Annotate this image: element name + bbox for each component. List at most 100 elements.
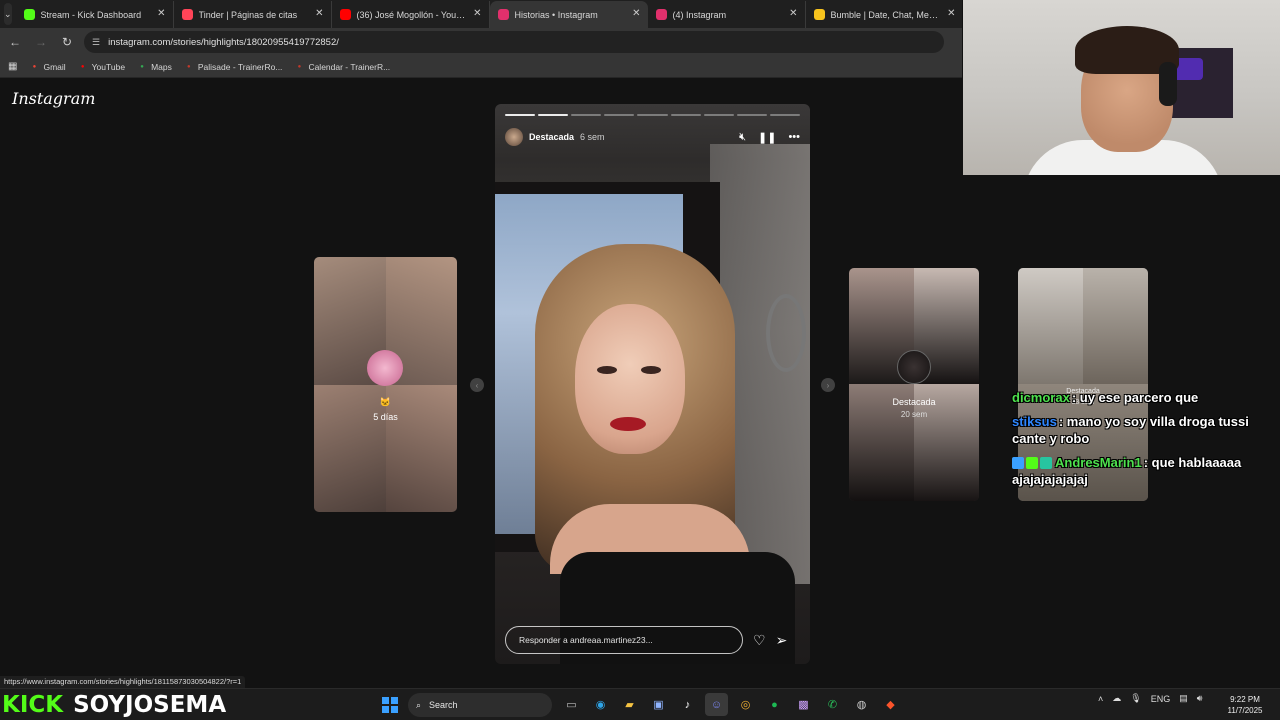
bookmark-item[interactable]: ● YouTube xyxy=(78,62,125,72)
forward-arrow-icon[interactable]: → xyxy=(30,31,52,53)
store-icon[interactable]: ▣ xyxy=(647,693,670,716)
brave-icon[interactable]: ◆ xyxy=(879,693,902,716)
obs-icon[interactable]: ◍ xyxy=(850,693,873,716)
chat-message: AndresMarin1: que hablaaaaa ajajajajajaj… xyxy=(1012,454,1276,488)
chat-message: dicmorax: uy ese parcero que xyxy=(1012,389,1276,406)
bookmarks-bar: ▦ ● Gmail ● YouTube ● Maps ● Palisade - Trainer… xyxy=(0,56,962,78)
tiktok-icon[interactable]: ♪ xyxy=(676,693,699,716)
instagram-icon xyxy=(655,9,667,20)
close-tab-icon[interactable]: ✕ xyxy=(947,9,955,19)
next-story-2-photo-2 xyxy=(1083,268,1148,384)
bookmark-item[interactable]: ● Gmail xyxy=(29,61,66,72)
bookmark-label: Palisade - TrainerRo... xyxy=(197,61,283,72)
close-tab-icon[interactable]: ✕ xyxy=(157,9,165,19)
chrome-icon[interactable]: ◎ xyxy=(734,693,757,716)
prev-story-arrow-icon[interactable]: ‹ xyxy=(470,378,484,392)
taskbar-search[interactable]: ⌕ Search xyxy=(408,693,552,717)
chat-badge-icon xyxy=(1012,457,1024,469)
like-heart-icon[interactable]: ♡ xyxy=(753,632,766,649)
bookmark-label: Gmail xyxy=(43,61,66,72)
story-progress-segment xyxy=(670,114,701,116)
next-story-avatar xyxy=(897,350,931,384)
more-options-icon[interactable]: ••• xyxy=(788,131,800,144)
mute-icon[interactable]: 🔇︎ xyxy=(739,131,746,144)
tab-title: Bumble | Date, Chat, Meet New xyxy=(830,9,941,20)
close-tab-icon[interactable]: ✕ xyxy=(473,9,481,19)
windows-start-icon[interactable] xyxy=(382,697,398,713)
maps-icon: ● xyxy=(140,63,144,70)
brand-kick-text: KICK xyxy=(2,692,64,718)
webcam-headset xyxy=(1159,62,1177,106)
prev-story-preview[interactable]: 🐱 5 días xyxy=(314,257,457,512)
story-progress-bar xyxy=(505,114,800,116)
taskbar-clock[interactable]: 9:22 PM 11/7/2025 xyxy=(1222,694,1268,716)
pause-icon[interactable]: ❚❚ xyxy=(758,131,776,144)
trainer-icon: ● xyxy=(187,63,191,70)
network-icon[interactable]: ▤ xyxy=(1179,693,1188,704)
onedrive-icon[interactable]: ☁ xyxy=(1112,693,1121,704)
gmail-icon: ● xyxy=(32,63,37,70)
instagram-logo[interactable]: Instagram xyxy=(12,89,95,108)
chat-badge-icon xyxy=(1040,457,1052,469)
youtube-icon: ● xyxy=(80,63,85,70)
next-story-2-photo-1 xyxy=(1018,268,1083,384)
apps-grid-icon[interactable]: ▦ xyxy=(8,61,17,72)
stream-brand-overlay: KICK SOYJOSEMA xyxy=(2,692,226,718)
url-text[interactable]: instagram.com/stories/highlights/1802095… xyxy=(108,37,339,48)
whatsapp-icon[interactable]: ✆ xyxy=(821,693,844,716)
chat-badges xyxy=(1012,457,1052,469)
file-explorer-icon[interactable]: ▰ xyxy=(618,693,641,716)
clock-date: 11/7/2025 xyxy=(1227,706,1263,715)
reply-bar: ♡ ➢ xyxy=(505,626,800,654)
task-view-icon[interactable]: ▭ xyxy=(560,693,583,716)
story-progress-segment xyxy=(571,114,602,116)
tab-title: Tinder | Páginas de citas xyxy=(198,9,298,20)
browser-tab[interactable]: Tinder | Páginas de citas ✕ xyxy=(174,1,332,28)
browser-tab[interactable]: (4) Instagram ✕ xyxy=(648,1,806,28)
edge-icon[interactable]: ◉ xyxy=(589,693,612,716)
close-tab-icon[interactable]: ✕ xyxy=(632,9,640,19)
brand-channel-text: SOYJOSEMA xyxy=(73,692,227,718)
browser-tab-strip: ⌄ Stream - Kick Dashboard ✕ Tinder | Págin… xyxy=(0,0,964,28)
reload-icon[interactable]: ↻ xyxy=(56,31,78,53)
chat-text: : uy ese parcero que xyxy=(1071,390,1199,405)
trainer-icon: ● xyxy=(297,63,302,70)
bookmark-item[interactable]: ● Calendar - TrainerR... xyxy=(294,62,391,72)
microphone-icon[interactable]: 🎙︎ xyxy=(1130,693,1141,704)
system-tray: ˄ ☁ 🎙︎ ENG ▤ 🔊︎ xyxy=(1098,693,1202,704)
story-progress-segment xyxy=(637,114,668,116)
bookmark-item[interactable]: ● Maps xyxy=(137,62,172,72)
premiere-icon[interactable]: ▩ xyxy=(792,693,815,716)
spotify-icon[interactable]: ● xyxy=(763,693,786,716)
language-indicator[interactable]: ENG xyxy=(1151,694,1171,704)
story-viewer[interactable]: Destacada 6 sem 🔇︎ ❚❚ ••• ♡ ➢ xyxy=(495,104,810,664)
close-tab-icon[interactable]: ✕ xyxy=(789,9,797,19)
send-icon[interactable]: ➢ xyxy=(776,632,788,649)
site-info-icon[interactable]: ☰ xyxy=(92,37,100,48)
story-image-lips xyxy=(610,417,646,431)
bookmark-item[interactable]: ● Palisade - TrainerRo... xyxy=(184,61,283,72)
story-avatar[interactable] xyxy=(505,128,523,146)
prev-story-emoji: 🐱 xyxy=(379,397,392,407)
browser-tab[interactable]: Stream - Kick Dashboard ✕ xyxy=(16,1,174,28)
back-arrow-icon[interactable]: ← xyxy=(4,31,26,53)
discord-icon[interactable]: ☺ xyxy=(705,693,728,716)
close-tab-icon[interactable]: ✕ xyxy=(315,9,323,19)
browser-tab[interactable]: (36) José Mogollón - YouTube ✕ xyxy=(332,1,490,28)
reply-input[interactable] xyxy=(505,626,743,654)
story-username[interactable]: Destacada xyxy=(529,132,574,142)
url-field[interactable]: ☰ instagram.com/stories/highlights/18020… xyxy=(84,31,944,53)
browser-tab[interactable]: Bumble | Date, Chat, Meet New ✕ xyxy=(806,1,964,28)
next-story-preview[interactable]: Destacada 20 sem xyxy=(849,268,979,501)
stream-chat-overlay: dicmorax: uy ese parcero que stiksus: man… xyxy=(1012,389,1276,495)
clock-time: 9:22 PM xyxy=(1230,695,1260,704)
address-bar: ← → ↻ ☰ instagram.com/stories/highlights… xyxy=(0,28,962,56)
browser-tab[interactable]: Historias • Instagram ✕ xyxy=(489,1,648,28)
story-image-eye-left xyxy=(597,366,617,374)
screen: ⌄ Stream - Kick Dashboard ✕ Tinder | Págin… xyxy=(0,0,1280,720)
next-story-arrow-icon[interactable]: › xyxy=(821,378,835,392)
volume-icon[interactable]: 🔊︎ xyxy=(1197,693,1203,704)
bumble-icon xyxy=(813,9,825,20)
chevron-up-icon[interactable]: ˄ xyxy=(1098,694,1103,704)
tab-search-menu-icon[interactable]: ⌄ xyxy=(4,3,12,25)
